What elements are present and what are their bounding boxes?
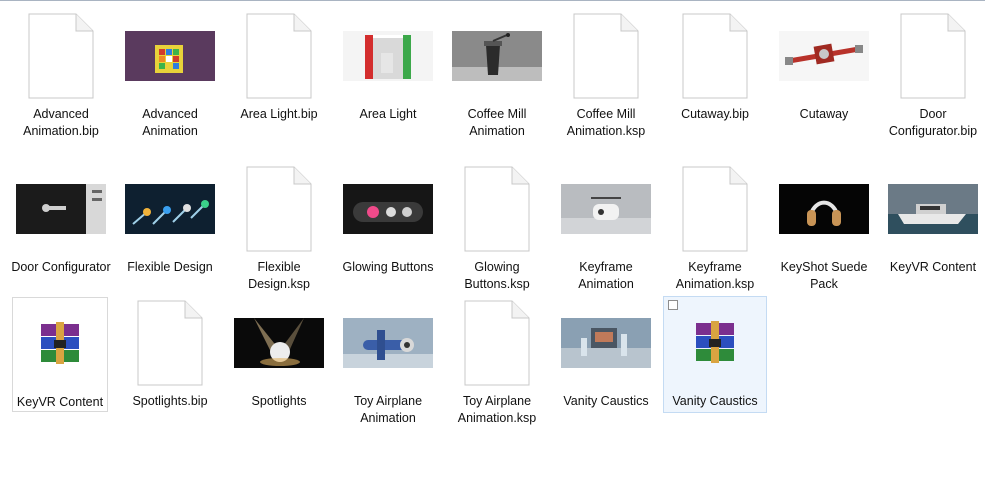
file-name: KeyVR Content (16, 395, 104, 409)
file-item[interactable]: Cutaway.bip (663, 10, 767, 140)
document-icon (227, 163, 331, 255)
cutaway-valve-icon (772, 10, 876, 102)
file-name: Flexible Design.ksp (248, 260, 310, 291)
file-name: Cutaway.bip (681, 107, 749, 121)
file-item[interactable]: Flexible Design.ksp (227, 163, 331, 295)
file-icon-grid: Advanced Animation.bip Advanced Animatio… (0, 0, 985, 495)
file-item[interactable]: Flexible Design (118, 163, 222, 295)
file-name: Vanity Caustics (672, 394, 758, 408)
file-item[interactable]: Area Light.bip (227, 10, 331, 140)
file-item[interactable]: Door Configurator.bip (881, 10, 985, 158)
file-name: KeyShot Suede Pack (780, 260, 868, 291)
area-light-box-icon (336, 10, 440, 102)
file-item[interactable]: Area Light (336, 10, 440, 140)
flexible-design-icon (118, 163, 222, 255)
file-name: Cutaway (799, 107, 849, 121)
file-item-selected[interactable]: Vanity Caustics (663, 296, 767, 413)
file-item[interactable]: Door Configurator (9, 163, 113, 295)
file-item[interactable]: Spotlights (227, 297, 331, 412)
file-name: Vanity Caustics (563, 394, 649, 408)
file-item[interactable]: Toy Airplane Animation.ksp (445, 297, 549, 429)
boat-icon (881, 163, 985, 255)
toy-airplane-icon (336, 297, 440, 389)
file-name: Spotlights (251, 394, 307, 408)
file-name: Coffee Mill Animation.ksp (566, 107, 646, 138)
file-name: Toy Airplane Animation (353, 394, 423, 425)
file-name: Area Light.bip (240, 107, 318, 121)
document-icon (663, 10, 767, 102)
file-name: Spotlights.bip (132, 394, 208, 408)
file-item[interactable]: Keyframe Animation.ksp (663, 163, 767, 295)
file-item[interactable]: Advanced Animation (118, 10, 222, 140)
file-item[interactable]: Toy Airplane Animation (336, 297, 440, 429)
file-item[interactable]: Advanced Animation.bip (9, 10, 113, 140)
document-icon (554, 10, 658, 102)
document-icon (881, 10, 985, 102)
file-name: Area Light (359, 107, 417, 121)
spotlights-ball-icon (227, 297, 331, 389)
winrar-archive-icon (13, 298, 107, 390)
document-icon (227, 10, 331, 102)
file-name: Toy Airplane Animation.ksp (457, 394, 537, 425)
file-name: Advanced Animation.bip (23, 107, 99, 138)
file-name: Coffee Mill Animation (467, 107, 527, 138)
file-name: Glowing Buttons.ksp (464, 260, 530, 291)
file-item[interactable]: Glowing Buttons.ksp (445, 163, 549, 295)
winrar-archive-icon (664, 297, 766, 389)
file-name: KeyVR Content (889, 260, 977, 274)
document-icon (445, 297, 549, 389)
document-icon (9, 10, 113, 102)
file-item[interactable]: Keyframe Animation (554, 163, 658, 295)
file-item[interactable]: KeyVR Content (12, 297, 108, 412)
file-item[interactable]: Coffee Mill Animation.ksp (554, 10, 658, 140)
file-name: Keyframe Animation.ksp (675, 260, 755, 291)
file-name: Flexible Design (127, 260, 213, 274)
door-handle-icon (9, 163, 113, 255)
coffee-mill-icon (445, 10, 549, 102)
headphones-icon (772, 163, 876, 255)
file-name: Keyframe Animation (578, 260, 634, 291)
vanity-caustics-icon (554, 297, 658, 389)
file-item[interactable]: Cutaway (772, 10, 876, 140)
glowing-buttons-icon (336, 163, 440, 255)
keyframe-drone-icon (554, 163, 658, 255)
file-name: Glowing Buttons (342, 260, 434, 274)
file-name: Advanced Animation (142, 107, 198, 138)
file-name: Door Configurator.bip (888, 107, 978, 138)
rubiks-cube-icon (118, 10, 222, 102)
file-item[interactable]: KeyShot Suede Pack (772, 163, 876, 295)
file-item[interactable]: Coffee Mill Animation (445, 10, 549, 140)
file-item[interactable]: Vanity Caustics (554, 297, 658, 412)
file-item[interactable]: Spotlights.bip (118, 297, 222, 412)
file-item[interactable]: Glowing Buttons (336, 163, 440, 295)
file-item[interactable]: KeyVR Content (881, 163, 985, 295)
document-icon (118, 297, 222, 389)
document-icon (663, 163, 767, 255)
document-icon (445, 163, 549, 255)
file-name: Door Configurator (11, 260, 111, 274)
